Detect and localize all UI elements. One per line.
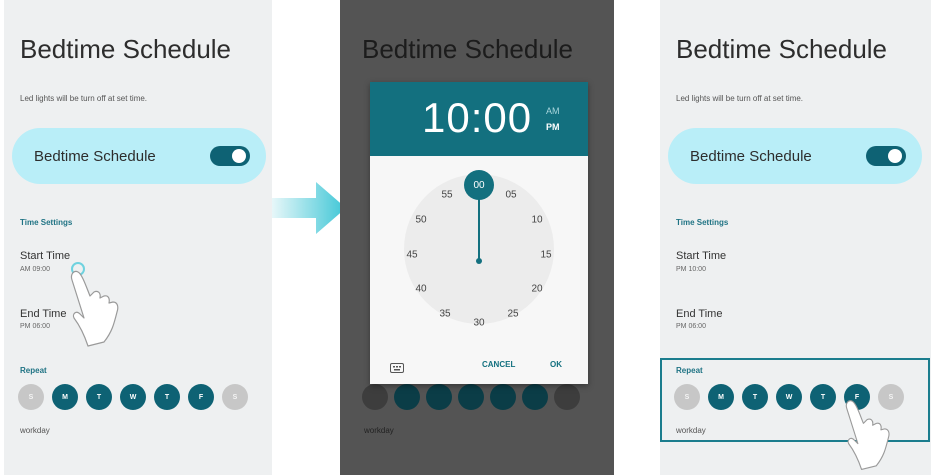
clock-minute-20[interactable]: 20: [531, 284, 542, 295]
day-dimmed: [394, 384, 420, 410]
repeat-summary-dimmed: workday: [364, 426, 394, 435]
day-wednesday[interactable]: W: [776, 384, 802, 410]
day-dimmed: [554, 384, 580, 410]
day-monday[interactable]: M: [52, 384, 78, 410]
day-dimmed: [426, 384, 452, 410]
page-title: Bedtime Schedule: [20, 34, 232, 64]
page-title: Bedtime Schedule: [676, 34, 888, 64]
selected-time[interactable]: 10:00: [422, 94, 532, 142]
bedtime-schedule-toggle-row[interactable]: Bedtime Schedule: [12, 128, 266, 184]
switch-knob: [888, 149, 902, 163]
time-picker-header: 10:00 AM PM: [370, 82, 588, 156]
clock-minute-15[interactable]: 15: [540, 250, 551, 261]
bedtime-schedule-switch[interactable]: [210, 146, 250, 166]
day-tuesday[interactable]: T: [742, 384, 768, 410]
clock-minute-30[interactable]: 30: [473, 318, 484, 329]
bedtime-schedule-switch[interactable]: [866, 146, 906, 166]
bedtime-schedule-label: Bedtime Schedule: [34, 147, 156, 165]
arrow-right-icon: [272, 178, 346, 243]
start-time-value[interactable]: PM 10:00: [676, 266, 706, 273]
pm-option[interactable]: PM: [546, 122, 560, 132]
hand-pointer-icon: [68, 262, 148, 352]
bedtime-schedule-label: Bedtime Schedule: [690, 147, 812, 165]
clock-minute-55[interactable]: 55: [441, 190, 452, 201]
screen-before: Bedtime Schedule Led lights will be turn…: [4, 0, 272, 475]
end-time-value[interactable]: PM 06:00: [676, 323, 706, 330]
screen-after: Bedtime Schedule Led lights will be turn…: [660, 0, 931, 475]
clock-minute-25[interactable]: 25: [507, 309, 518, 320]
day-sunday[interactable]: S: [674, 384, 700, 410]
day-tuesday[interactable]: T: [86, 384, 112, 410]
hand-pointer-icon: [840, 392, 920, 475]
clock-minute-05[interactable]: 05: [505, 190, 516, 201]
am-option[interactable]: AM: [546, 106, 560, 116]
time-settings-header: Time Settings: [20, 218, 73, 227]
end-time-label[interactable]: End Time: [676, 308, 722, 320]
clock-minute-10[interactable]: 10: [531, 215, 542, 226]
repeat-summary: workday: [676, 426, 706, 435]
clock-minute-50[interactable]: 50: [415, 215, 426, 226]
clock-selected-minute[interactable]: 00: [464, 170, 494, 200]
page-title-dimmed: Bedtime Schedule: [362, 34, 574, 64]
repeat-header: Repeat: [676, 366, 703, 375]
end-time-label[interactable]: End Time: [20, 308, 66, 320]
day-wednesday[interactable]: W: [120, 384, 146, 410]
day-saturday[interactable]: S: [222, 384, 248, 410]
clock-minute-40[interactable]: 40: [415, 284, 426, 295]
keyboard-icon[interactable]: [390, 360, 404, 378]
day-dimmed: [522, 384, 548, 410]
day-thursday[interactable]: T: [154, 384, 180, 410]
day-dimmed: [458, 384, 484, 410]
day-friday[interactable]: F: [188, 384, 214, 410]
repeat-day-selector: S M T W T F S: [18, 384, 248, 410]
page-subtitle: Led lights will be turn off at set time.: [20, 94, 148, 103]
day-thursday[interactable]: T: [810, 384, 836, 410]
time-picker-dialog: 10:00 AM PM 00 05 10 15 20 25 30 35 40 4…: [370, 82, 588, 384]
start-time-label[interactable]: Start Time: [676, 250, 726, 262]
ok-button[interactable]: OK: [550, 360, 562, 369]
repeat-header: Repeat: [20, 366, 47, 375]
start-time-label[interactable]: Start Time: [20, 250, 70, 262]
clock-center: [476, 258, 482, 264]
page-subtitle: Led lights will be turn off at set time.: [676, 94, 804, 103]
switch-knob: [232, 149, 246, 163]
clock-minute-35[interactable]: 35: [439, 309, 450, 320]
repeat-summary: workday: [20, 426, 50, 435]
day-sunday[interactable]: S: [18, 384, 44, 410]
bedtime-schedule-toggle-row[interactable]: Bedtime Schedule: [668, 128, 922, 184]
start-time-value[interactable]: AM 09:00: [20, 266, 50, 273]
day-dimmed: [362, 384, 388, 410]
screen-time-picker: Bedtime Schedule workday 10:00 AM PM 00 …: [340, 0, 614, 475]
day-dimmed: [490, 384, 516, 410]
repeat-day-selector-dimmed: [362, 384, 580, 410]
cancel-button[interactable]: CANCEL: [482, 360, 515, 369]
time-settings-header: Time Settings: [676, 218, 729, 227]
clock-minute-45[interactable]: 45: [406, 250, 417, 261]
day-monday[interactable]: M: [708, 384, 734, 410]
end-time-value[interactable]: PM 06:00: [20, 323, 50, 330]
